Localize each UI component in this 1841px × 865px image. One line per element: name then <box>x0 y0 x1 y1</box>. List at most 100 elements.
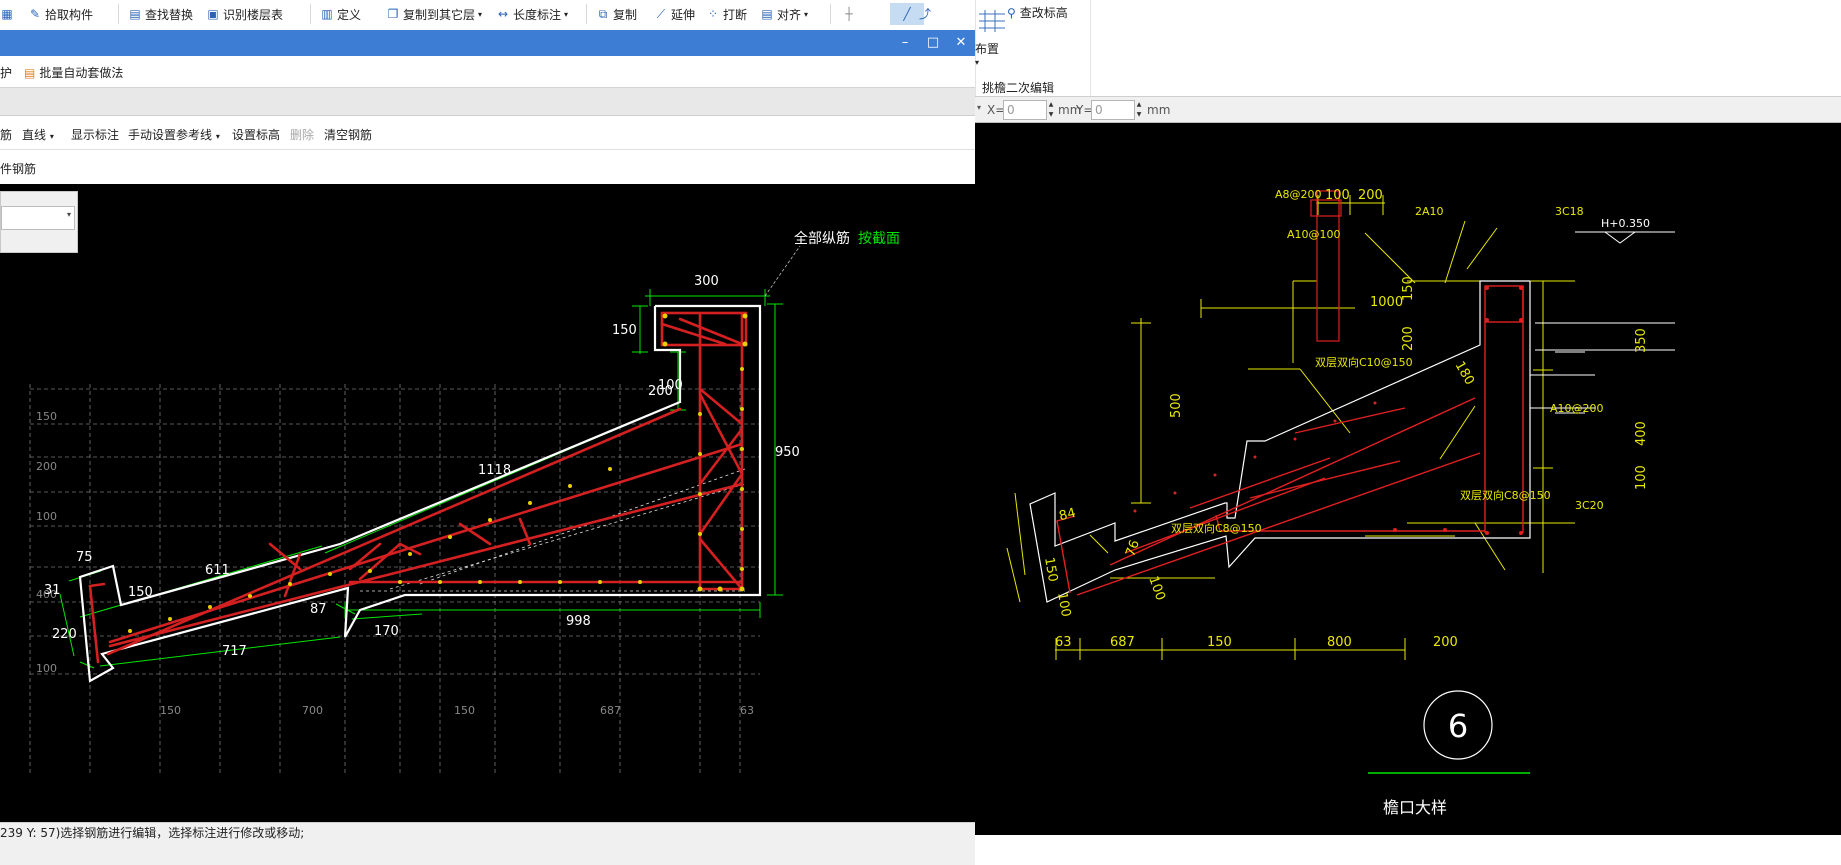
dim-text: 611 <box>205 563 230 578</box>
ribbon-pick-button[interactable]: ✎ 拾取构件 <box>28 3 93 25</box>
label-a8: A8@200 <box>1275 188 1322 201</box>
minimize-button[interactable]: – <box>893 33 917 53</box>
define-icon: ▥ <box>321 7 333 21</box>
label-3c18: 3C18 <box>1555 205 1584 218</box>
dim-text: 500 <box>1169 393 1184 418</box>
protect-label: 护 <box>0 66 13 80</box>
batch-icon: ▤ <box>24 65 36 80</box>
line-icon: ╱ <box>903 7 911 21</box>
grid-label: 100 <box>36 510 57 523</box>
ribbon-align-button[interactable]: ▤ 对齐 ▾ <box>760 3 808 25</box>
ribbon-item-partial[interactable]: ▦ <box>0 3 14 25</box>
dim-text: 687 <box>1110 635 1135 650</box>
rebar-combo-panel: ▾ <box>0 191 78 253</box>
dim-text: 300 <box>694 274 719 289</box>
ribbon-arc-button[interactable]: ⤴ <box>918 3 932 25</box>
grid-label: 200 <box>36 460 57 473</box>
rebar-select[interactable] <box>1 206 75 230</box>
rebar-edit-canvas[interactable]: 150 200 100 400 100 150 700 150 687 63 3… <box>0 184 975 822</box>
detail-number: 6 <box>1448 707 1468 745</box>
edit-height-icon: ⚲ <box>1007 5 1016 20</box>
helper-lines <box>360 468 746 592</box>
dialog-strip <box>0 88 975 116</box>
rebar-tool[interactable]: 筋 <box>0 126 12 143</box>
grid-label: 150 <box>454 704 475 717</box>
dim-text: 200 <box>1433 635 1458 650</box>
y-input[interactable]: 0 <box>1091 100 1135 120</box>
close-button[interactable]: ✕ <box>949 33 973 53</box>
place-button[interactable]: 布置 <box>975 40 999 57</box>
grid-label: 150 <box>36 410 57 423</box>
arc-icon: ⤴ <box>918 7 931 21</box>
dim-text: 100 <box>1325 188 1350 203</box>
dialog-toolbar-1: 护 ▤ 批量自动套做法 <box>0 56 975 88</box>
chevron-down-icon: ▾ <box>564 9 569 19</box>
ribbon-floor-table-button[interactable]: ▣ 识别楼层表 <box>206 3 283 25</box>
extend-icon: ⟋ <box>656 7 666 21</box>
dim-text: 180 <box>1452 359 1477 388</box>
ribbon-point-button[interactable]: ┼ <box>842 3 856 25</box>
x-spinner[interactable]: ▲ ▼ <box>1046 100 1056 120</box>
clear-rebar-button[interactable]: 清空钢筋 <box>324 126 372 143</box>
chevron-down-icon: ▾ <box>804 9 809 19</box>
chevron-down-icon: ▾ <box>478 9 483 19</box>
place-icon[interactable] <box>975 8 1009 34</box>
dim-text: 150 <box>1401 276 1416 301</box>
dim-text: 1000 <box>1370 295 1403 310</box>
ref-line-button[interactable]: 手动设置参考线 ▾ <box>128 126 220 143</box>
ribbon-define-button[interactable]: ▥ 定义 <box>320 3 361 25</box>
grid-label: 63 <box>740 704 754 717</box>
ribbon-label: 打断 <box>723 7 748 22</box>
grid-label: 687 <box>600 704 621 717</box>
label-c8-right: 双层双向C8@150 <box>1460 488 1551 502</box>
ribbon-find-replace-button[interactable]: ▤ 查找替换 <box>128 3 193 25</box>
divider <box>310 4 311 24</box>
edit-height-label: 查改标高 <box>1019 6 1068 20</box>
detail-title: 檐口大样 <box>1383 798 1447 817</box>
annotation-link[interactable]: 按截面 <box>858 231 900 247</box>
x-input[interactable]: 0 <box>1003 100 1047 120</box>
dim-text: 76 <box>1123 538 1143 559</box>
ribbon-right-panel: 布置 ▾ ⚲ 查改标高 挑檐二次编辑 <box>975 0 1841 97</box>
edit-height-button[interactable]: ⚲ 查改标高 <box>1007 4 1068 21</box>
ribbon-copy-layer-button[interactable]: ❐ 复制到其它层 ▾ <box>386 3 482 25</box>
set-elevation-button[interactable]: 设置标高 <box>232 126 280 143</box>
dim-text: 150 <box>612 323 637 338</box>
ribbon-break-button[interactable]: ⁘ 打断 <box>706 3 747 25</box>
dim-text: 200 <box>1401 326 1416 351</box>
dim-text: 350 <box>1634 328 1649 353</box>
floor-table-icon: ▣ <box>207 7 219 21</box>
dialog-toolbar-2: 筋 直线 ▾ 显示标注 手动设置参考线 ▾ 设置标高 删除 清空钢筋 <box>0 116 975 150</box>
reference-drawing-canvas[interactable]: A8@200 A10@100 2A10 3C18 H+0.350 双层双向C10… <box>975 123 1841 835</box>
grid-label: 700 <box>302 704 323 717</box>
dim-text: 400 <box>1634 421 1649 446</box>
label-c8-left: 双层双向C8@150 <box>1171 521 1262 535</box>
dim-text: 200 <box>648 384 673 399</box>
maximize-button[interactable]: □ <box>921 33 945 53</box>
ribbon-extend-button[interactable]: ⟋ 延伸 <box>654 3 695 25</box>
pick-icon: ✎ <box>29 7 41 21</box>
delete-button[interactable]: 删除 <box>290 126 314 143</box>
reference-drawing: A8@200 A10@100 2A10 3C18 H+0.350 双层双向C10… <box>1006 188 1675 817</box>
dim-text: 1118 <box>478 463 511 478</box>
grid-label: 100 <box>36 662 57 675</box>
protect-item[interactable]: 护 <box>0 64 12 81</box>
dim-text: 717 <box>222 644 247 659</box>
ribbon-label: 长度标注 <box>513 7 562 22</box>
ribbon-length-dim-button[interactable]: ↔ 长度标注 ▾ <box>496 3 568 25</box>
dim-text: 150 <box>128 585 153 600</box>
show-dim-button[interactable]: 显示标注 <box>71 126 119 143</box>
rebar-editor-dialog: – □ ✕ 护 ▤ 批量自动套做法 筋 直线 ▾ 显示标注 手动设置参考线 ▾ 设… <box>0 30 975 865</box>
batch-method-button[interactable]: ▤ 批量自动套做法 <box>24 64 123 81</box>
ribbon-copy-button[interactable]: ⧉ 复制 <box>596 3 637 25</box>
chevron-down-icon: ▾ <box>49 132 54 141</box>
component-rebar-tab[interactable]: 件钢筋 <box>0 160 36 177</box>
label-a10-100: A10@100 <box>1287 228 1341 241</box>
align-icon: ▤ <box>761 7 773 21</box>
ribbon-label: 延伸 <box>671 7 696 22</box>
line-type-select[interactable]: 直线 ▾ <box>22 126 54 143</box>
dim-text: 170 <box>374 624 399 639</box>
ribbon-label: 查找替换 <box>145 7 194 22</box>
coordinate-bar: ▾ X= 0 ▲ ▼ mm Y= 0 ▲ ▼ mm <box>975 97 1841 123</box>
y-spinner[interactable]: ▲ ▼ <box>1134 100 1144 120</box>
